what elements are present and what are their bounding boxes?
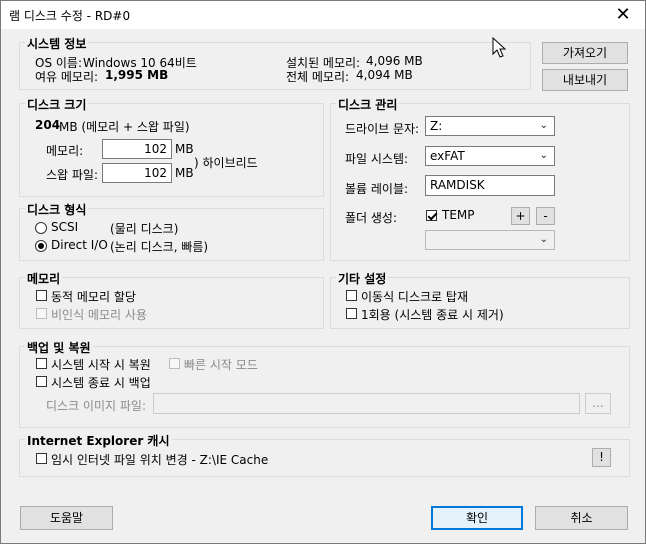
memory-size-label: 메모리:: [46, 144, 84, 158]
temp-folder-checkbox[interactable]: [426, 210, 437, 221]
disk-management-title: 디스크 관리: [336, 96, 400, 113]
remove-folder-button[interactable]: -: [536, 207, 555, 225]
backup-title: 백업 및 복원: [25, 339, 93, 356]
swap-size-label: 스왑 파일:: [46, 168, 99, 182]
total-memory-label: 전체 메모리:: [286, 70, 350, 84]
chevron-down-icon: ⌄: [539, 120, 548, 131]
volume-label-input[interactable]: RAMDISK: [425, 175, 555, 196]
ok-button[interactable]: 확인: [431, 506, 523, 530]
file-system-select[interactable]: exFAT ⌄: [425, 146, 555, 166]
restore-on-start-label: 시스템 시작 시 복원: [51, 358, 151, 372]
ie-cache-checkbox[interactable]: [36, 453, 47, 464]
cancel-button[interactable]: 취소: [535, 506, 628, 530]
memory-size-unit: MB: [175, 142, 194, 156]
swap-size-input[interactable]: 102: [102, 163, 172, 183]
folder-create-label: 폴더 생성:: [345, 211, 398, 225]
folder-select[interactable]: ⌄: [425, 230, 555, 250]
backup-on-shutdown-checkbox[interactable]: [36, 376, 47, 387]
other-settings-title: 기타 설정: [336, 270, 389, 287]
scsi-desc: (물리 디스크): [110, 222, 179, 236]
directio-desc: (논리 디스크, 빠름): [110, 240, 209, 254]
chevron-down-icon: ⌄: [539, 234, 548, 245]
drive-letter-select[interactable]: Z: ⌄: [425, 116, 555, 136]
disk-image-input[interactable]: [153, 393, 580, 414]
scsi-radio[interactable]: [35, 222, 47, 234]
swap-size-unit: MB: [175, 166, 194, 180]
fast-start-label: 빠른 시작 모드: [184, 358, 258, 372]
add-folder-button[interactable]: +: [511, 207, 530, 225]
window-title: 램 디스크 수정 - RD#0: [9, 9, 131, 23]
dynamic-memory-checkbox[interactable]: [36, 290, 47, 301]
memory-size-input[interactable]: 102: [102, 139, 172, 159]
disk-total-value: 204: [35, 118, 61, 132]
ie-cache-label: 임시 인터넷 파일 위치 변경 - Z:\IE Cache: [51, 453, 269, 467]
volume-label-label: 볼륨 레이블:: [345, 182, 409, 196]
free-memory-label: 여유 메모리:: [35, 70, 99, 84]
mouse-cursor-icon: [492, 37, 507, 58]
directio-label: Direct I/O: [51, 238, 108, 252]
one-time-checkbox[interactable]: [346, 308, 357, 319]
chevron-down-icon: ⌄: [539, 150, 548, 161]
drive-letter-value: Z:: [430, 119, 443, 133]
disk-type-title: 디스크 형식: [25, 201, 89, 218]
scsi-label: SCSI: [51, 220, 79, 234]
close-button[interactable]: ✕: [601, 1, 645, 29]
hybrid-label: ) 하이브리드: [194, 156, 258, 170]
drive-letter-label: 드라이브 문자:: [345, 122, 420, 136]
system-info-title: 시스템 정보: [25, 35, 89, 52]
help-button[interactable]: 도움말: [20, 506, 113, 530]
export-button[interactable]: 내보내기: [542, 69, 628, 91]
dynamic-memory-label: 동적 메모리 할당: [51, 290, 136, 304]
nonpaged-memory-label: 비인식 메모리 사용: [51, 308, 147, 322]
close-icon: ✕: [615, 4, 631, 25]
disk-image-label: 디스크 이미지 파일:: [46, 399, 146, 413]
restore-on-start-checkbox[interactable]: [36, 358, 47, 369]
nonpaged-memory-checkbox[interactable]: [36, 308, 47, 319]
fast-start-checkbox[interactable]: [169, 358, 180, 369]
ie-cache-title: Internet Explorer 캐시: [25, 432, 172, 449]
import-button[interactable]: 가져오기: [542, 42, 628, 64]
ramdisk-edit-dialog: 램 디스크 수정 - RD#0 ✕ 시스템 정보 OS 이름: Windows …: [0, 0, 646, 544]
browse-image-button[interactable]: ...: [585, 393, 611, 414]
installed-memory-value: 4,096 MB: [366, 54, 423, 68]
memory-title: 메모리: [25, 270, 63, 287]
backup-on-shutdown-label: 시스템 종료 시 백업: [51, 376, 151, 390]
temp-folder-label: TEMP: [442, 208, 475, 222]
file-system-value: exFAT: [430, 149, 465, 163]
title-bar[interactable]: 램 디스크 수정 - RD#0 ✕: [1, 1, 645, 29]
directio-radio[interactable]: [35, 240, 47, 252]
file-system-label: 파일 시스템:: [345, 152, 409, 166]
one-time-label: 1회용 (시스템 종료 시 제거): [361, 308, 504, 322]
total-memory-value: 4,094 MB: [356, 68, 413, 82]
disk-size-title: 디스크 크기: [25, 96, 89, 113]
removable-disk-label: 이동식 디스크로 탑재: [361, 290, 468, 304]
ie-cache-info-button[interactable]: !: [592, 448, 611, 467]
free-memory-value: 1,995 MB: [105, 68, 169, 82]
disk-total-unit: MB (메모리 + 스왑 파일): [59, 120, 190, 134]
removable-disk-checkbox[interactable]: [346, 290, 357, 301]
